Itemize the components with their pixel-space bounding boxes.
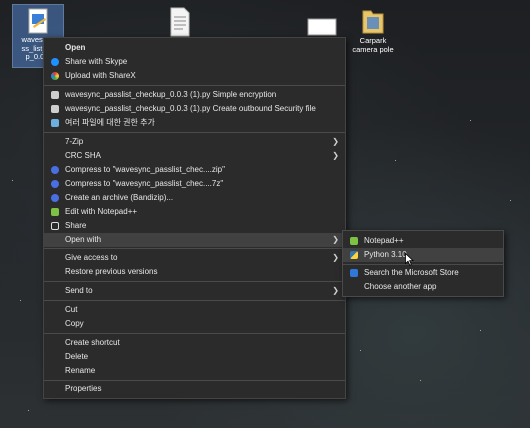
menu-item-label: Compress to "wavesync_passlist_chec....z… bbox=[65, 165, 225, 174]
menu-separator bbox=[44, 281, 345, 282]
submenu-item-label: Notepad++ bbox=[364, 236, 404, 245]
submenu-item-label: Choose another app bbox=[364, 282, 437, 291]
menu-item-share[interactable]: Share bbox=[44, 219, 345, 233]
menu-item-compress-zip[interactable]: Compress to "wavesync_passlist_chec....z… bbox=[44, 163, 345, 177]
notepadpp-icon bbox=[350, 237, 358, 245]
menu-item-label: Share with Skype bbox=[65, 57, 128, 66]
desktop-folder-carpark[interactable]: Carpark camera pole bbox=[347, 7, 399, 61]
menu-item-label: 여러 파일에 대한 권한 추가 bbox=[65, 118, 155, 127]
menu-item-share-skype[interactable]: Share with Skype bbox=[44, 55, 345, 69]
menu-separator bbox=[44, 333, 345, 334]
open-with-submenu: Notepad++ Python 3.10 Search the Microso… bbox=[342, 230, 504, 297]
menu-item-properties[interactable]: Properties bbox=[44, 382, 345, 396]
menu-item-7zip[interactable]: 7-Zip ❯ bbox=[44, 135, 345, 149]
menu-item-label: Compress to "wavesync_passlist_chec....7… bbox=[65, 179, 224, 188]
folder-icon bbox=[361, 7, 385, 35]
notepadpp-icon bbox=[51, 208, 59, 216]
menu-item-label: Create shortcut bbox=[65, 338, 120, 347]
menu-item-label: 7-Zip bbox=[65, 137, 84, 146]
menu-item-label: Edit with Notepad++ bbox=[65, 207, 138, 216]
bandizip-icon bbox=[51, 166, 59, 174]
menu-item-copy[interactable]: Copy bbox=[44, 317, 345, 331]
menu-item-label: Open bbox=[65, 43, 86, 52]
python-icon bbox=[350, 251, 358, 259]
menu-separator bbox=[44, 248, 345, 249]
menu-item-label: Delete bbox=[65, 352, 89, 361]
submenu-item-label: Search the Microsoft Store bbox=[364, 268, 459, 277]
menu-item-upload-sharex[interactable]: Upload with ShareX bbox=[44, 69, 345, 83]
menu-item-label: Properties bbox=[65, 384, 102, 393]
menu-item-label: Cut bbox=[65, 305, 78, 314]
chevron-right-icon: ❯ bbox=[332, 151, 339, 160]
menu-item-label: Send to bbox=[65, 286, 93, 295]
mouse-cursor-icon bbox=[405, 252, 415, 266]
submenu-item-notepadpp[interactable]: Notepad++ bbox=[343, 234, 503, 248]
sharex-icon bbox=[51, 72, 59, 80]
chevron-right-icon: ❯ bbox=[332, 137, 339, 146]
chevron-right-icon: ❯ bbox=[332, 235, 339, 244]
script-icon bbox=[51, 91, 59, 99]
submenu-item-label: Python 3.10 bbox=[364, 250, 407, 259]
menu-item-label: Restore previous versions bbox=[65, 267, 158, 276]
submenu-item-choose-app[interactable]: Choose another app bbox=[343, 280, 503, 294]
menu-item-label: Upload with ShareX bbox=[65, 71, 136, 80]
bandizip-icon bbox=[51, 180, 59, 188]
script-icon bbox=[51, 105, 59, 113]
menu-separator bbox=[44, 132, 345, 133]
menu-item-label: Give access to bbox=[65, 253, 118, 262]
menu-item-create-security-file[interactable]: wavesync_passlist_checkup_0.0.3 (1).py C… bbox=[44, 102, 345, 116]
submenu-separator bbox=[343, 264, 503, 265]
menu-separator bbox=[44, 85, 345, 86]
menu-item-add-permissions[interactable]: 여러 파일에 대한 권한 추가 bbox=[44, 116, 345, 130]
menu-item-create-archive[interactable]: Create an archive (Bandizip)... bbox=[44, 191, 345, 205]
menu-item-label: Copy bbox=[65, 319, 84, 328]
menu-item-label: Create an archive (Bandizip)... bbox=[65, 193, 174, 202]
share-icon bbox=[51, 222, 59, 230]
desktop-file-text[interactable] bbox=[165, 7, 195, 39]
menu-item-create-shortcut[interactable]: Create shortcut bbox=[44, 336, 345, 350]
menu-item-label: CRC SHA bbox=[65, 151, 102, 160]
permissions-icon bbox=[51, 119, 59, 127]
menu-item-cut[interactable]: Cut bbox=[44, 303, 345, 317]
menu-item-compress-7z[interactable]: Compress to "wavesync_passlist_chec....7… bbox=[44, 177, 345, 191]
folder-label-line2: camera pole bbox=[352, 44, 394, 54]
menu-item-restore-versions[interactable]: Restore previous versions bbox=[44, 265, 345, 279]
menu-item-give-access[interactable]: Give access to ❯ bbox=[44, 251, 345, 265]
context-menu: Open Share with Skype Upload with ShareX… bbox=[43, 37, 346, 399]
submenu-item-python[interactable]: Python 3.10 bbox=[343, 248, 503, 262]
submenu-item-ms-store[interactable]: Search the Microsoft Store bbox=[343, 266, 503, 280]
store-icon bbox=[350, 269, 358, 277]
menu-item-label: Open with bbox=[65, 235, 102, 244]
menu-item-delete[interactable]: Delete bbox=[44, 350, 345, 364]
menu-item-label: Rename bbox=[65, 366, 96, 375]
bandizip-icon bbox=[51, 194, 59, 202]
menu-item-label: wavesync_passlist_checkup_0.0.3 (1).py C… bbox=[65, 104, 316, 113]
menu-separator bbox=[44, 300, 345, 301]
skype-icon bbox=[51, 58, 59, 66]
menu-item-simple-encryption[interactable]: wavesync_passlist_checkup_0.0.3 (1).py S… bbox=[44, 88, 345, 102]
python-file-icon bbox=[25, 8, 51, 34]
menu-separator bbox=[44, 380, 345, 381]
menu-item-rename[interactable]: Rename bbox=[44, 364, 345, 378]
menu-item-label: wavesync_passlist_checkup_0.0.3 (1).py S… bbox=[65, 90, 277, 99]
chevron-right-icon: ❯ bbox=[332, 253, 339, 262]
menu-item-open-with[interactable]: Open with ❯ bbox=[44, 233, 345, 247]
menu-item-edit-notepadpp[interactable]: Edit with Notepad++ bbox=[44, 205, 345, 219]
menu-item-crc-sha[interactable]: CRC SHA ❯ bbox=[44, 149, 345, 163]
blank-document-icon bbox=[306, 18, 338, 39]
menu-item-label: Share bbox=[65, 221, 87, 230]
menu-item-send-to[interactable]: Send to ❯ bbox=[44, 284, 345, 298]
desktop-file-blank[interactable] bbox=[306, 18, 338, 38]
chevron-right-icon: ❯ bbox=[332, 286, 339, 295]
text-document-icon bbox=[165, 7, 195, 40]
menu-item-open[interactable]: Open bbox=[44, 41, 345, 55]
